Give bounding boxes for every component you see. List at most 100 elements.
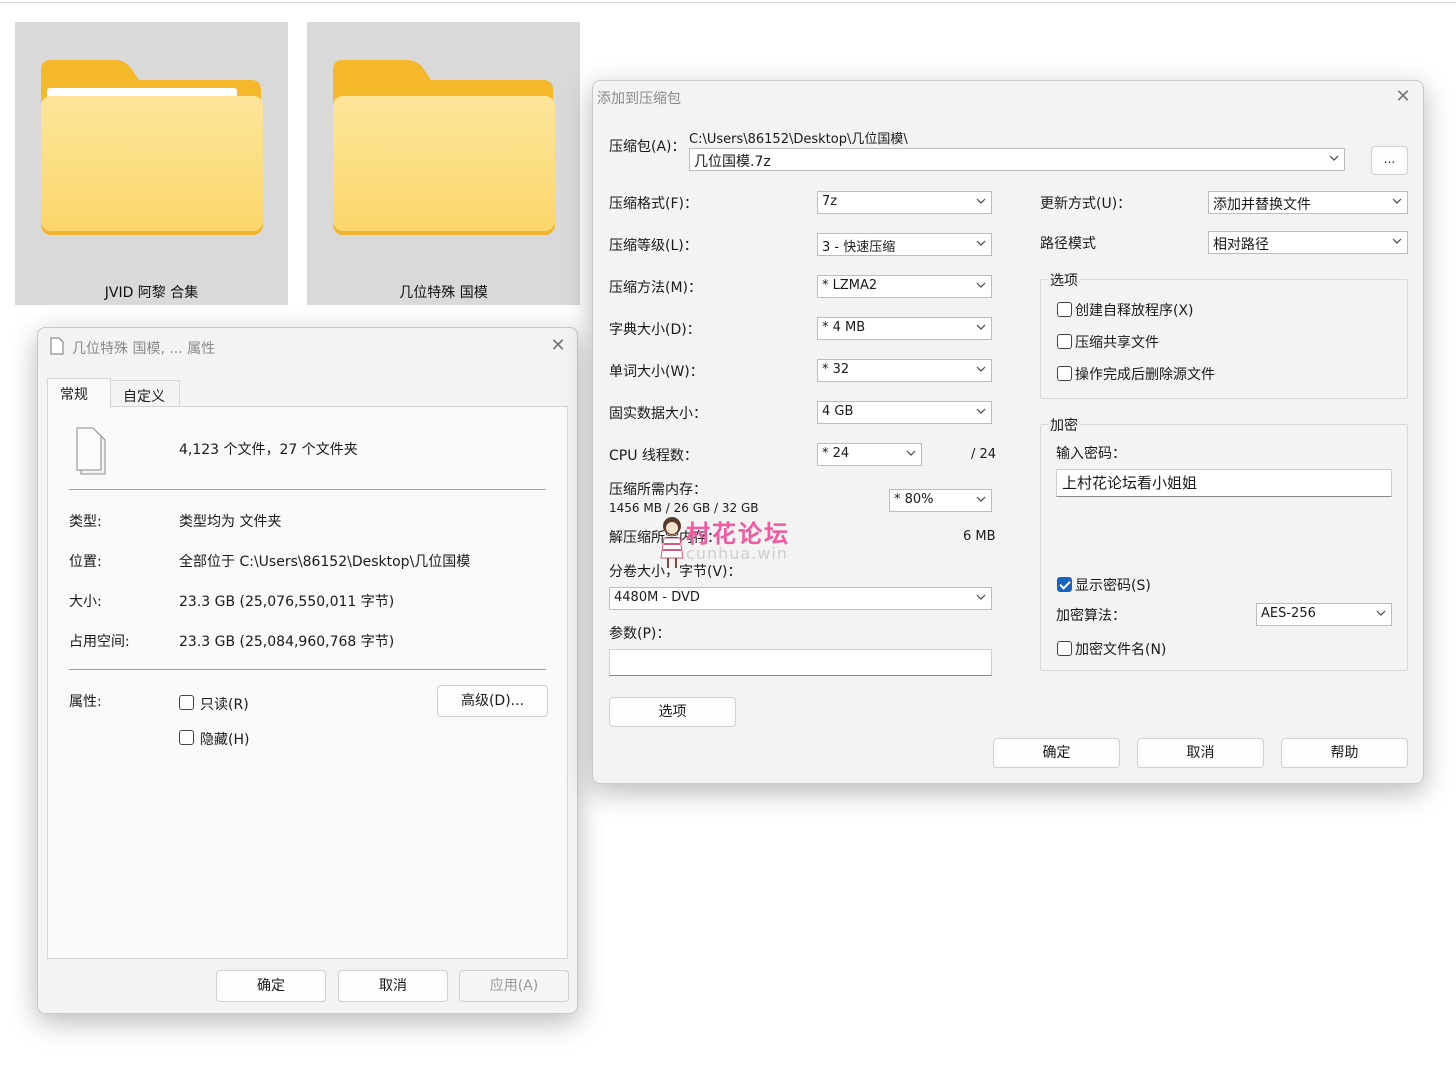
solid-label: 固实数据大小： bbox=[609, 406, 707, 422]
chevron-down-icon bbox=[976, 366, 986, 372]
chevron-down-icon bbox=[976, 240, 986, 246]
divider bbox=[69, 489, 546, 490]
chevron-down-icon bbox=[976, 594, 986, 600]
archive-label: 压缩包(A)： bbox=[609, 139, 686, 155]
cancel-button[interactable]: 取消 bbox=[1137, 738, 1264, 768]
hidden-label: 隐藏(H) bbox=[200, 732, 250, 748]
document-icon bbox=[50, 337, 64, 355]
delete-source-label: 操作完成后删除源文件 bbox=[1075, 367, 1215, 383]
cpu-max: / 24 bbox=[971, 447, 997, 462]
dialog-title: 添加到压缩包 bbox=[597, 91, 681, 107]
encryption-group-title: 加密 bbox=[1048, 415, 1080, 435]
archive-path: C:\Users\86152\Desktop\几位国模\ bbox=[689, 132, 908, 147]
params-input[interactable] bbox=[609, 649, 992, 676]
solid-value: 4 GB bbox=[822, 404, 854, 419]
dict-select[interactable]: * 4 MB bbox=[817, 317, 992, 340]
dict-value: * 4 MB bbox=[822, 320, 866, 335]
watermark-girl-icon bbox=[660, 517, 684, 568]
path-mode-value: 相对路径 bbox=[1213, 237, 1269, 253]
delete-source-checkbox[interactable] bbox=[1057, 366, 1072, 381]
dialog-title: 几位特殊 国模, ... 属性 bbox=[72, 341, 216, 357]
cpu-value: * 24 bbox=[822, 446, 850, 461]
cpu-select[interactable]: * 24 bbox=[817, 443, 922, 466]
divider bbox=[69, 669, 546, 670]
password-label: 输入密码： bbox=[1056, 446, 1126, 462]
advanced-button[interactable]: 高级(D)... bbox=[437, 685, 548, 717]
enc-method-select[interactable]: AES-256 bbox=[1256, 603, 1392, 626]
chevron-down-icon bbox=[1392, 198, 1402, 204]
chevron-down-icon bbox=[976, 496, 986, 502]
password-input[interactable]: 上村花论坛看小姐姐 bbox=[1056, 469, 1392, 497]
browse-button[interactable]: ... bbox=[1371, 146, 1408, 175]
method-select[interactable]: * LZMA2 bbox=[817, 275, 992, 298]
level-select[interactable]: 3 - 快速压缩 bbox=[817, 233, 992, 256]
location-label: 位置: bbox=[69, 554, 102, 570]
add-to-archive-dialog: 添加到压缩包 ✕ 压缩包(A)： C:\Users\86152\Desktop\… bbox=[592, 80, 1424, 784]
method-label: 压缩方法(M)： bbox=[609, 280, 703, 296]
format-label: 压缩格式(F)： bbox=[609, 196, 698, 212]
sfx-label: 创建自释放程序(X) bbox=[1075, 303, 1194, 319]
update-select[interactable]: 添加并替换文件 bbox=[1208, 191, 1408, 214]
hidden-checkbox[interactable] bbox=[179, 730, 194, 745]
word-value: * 32 bbox=[822, 362, 850, 377]
folder-icon bbox=[333, 60, 555, 235]
file-summary: 4,123 个文件，27 个文件夹 bbox=[179, 442, 358, 458]
shared-checkbox[interactable] bbox=[1057, 334, 1072, 349]
mem-value: * 80% bbox=[894, 492, 934, 507]
close-icon[interactable]: ✕ bbox=[550, 337, 566, 355]
path-mode-label: 路径模式 bbox=[1040, 236, 1096, 252]
help-button[interactable]: 帮助 bbox=[1281, 738, 1408, 768]
disk-size-label: 占用空间: bbox=[69, 634, 130, 650]
cancel-button[interactable]: 取消 bbox=[338, 970, 448, 1002]
update-label: 更新方式(U)： bbox=[1040, 196, 1132, 212]
type-label: 类型: bbox=[69, 514, 102, 530]
shared-label: 压缩共享文件 bbox=[1075, 335, 1159, 351]
method-value: * LZMA2 bbox=[822, 278, 878, 293]
encrypt-names-checkbox[interactable] bbox=[1057, 641, 1072, 656]
watermark: 村花论坛 cunhua.win bbox=[652, 512, 822, 572]
mem-label: 压缩所需内存： bbox=[609, 482, 707, 498]
options-button[interactable]: 选项 bbox=[609, 697, 736, 727]
watermark-subtext: cunhua.win bbox=[686, 544, 788, 563]
folder-label: 几位特殊 国模 bbox=[399, 285, 488, 301]
folder-tile-jvid[interactable]: JVID 阿黎 合集 bbox=[15, 22, 288, 305]
mem-select[interactable]: * 80% bbox=[889, 489, 992, 512]
readonly-checkbox[interactable] bbox=[179, 695, 194, 710]
volume-combo[interactable]: 4480M - DVD bbox=[609, 587, 992, 610]
apply-button[interactable]: 应用(A) bbox=[459, 970, 569, 1002]
ok-button[interactable]: 确定 bbox=[216, 970, 326, 1002]
volume-value: 4480M - DVD bbox=[614, 590, 700, 605]
properties-dialog: 几位特殊 国模, ... 属性 ✕ 常规 自定义 4,123 个文件，27 个文… bbox=[37, 327, 578, 1014]
readonly-label: 只读(R) bbox=[200, 697, 249, 713]
enc-method-value: AES-256 bbox=[1261, 606, 1316, 621]
chevron-down-icon bbox=[1329, 155, 1339, 161]
folder-tile-guomo[interactable]: 几位特殊 国模 bbox=[307, 22, 580, 305]
level-value: 3 - 快速压缩 bbox=[822, 240, 896, 255]
chevron-down-icon bbox=[976, 198, 986, 204]
cpu-label: CPU 线程数： bbox=[609, 448, 698, 464]
top-divider bbox=[0, 2, 1456, 3]
path-mode-select[interactable]: 相对路径 bbox=[1208, 231, 1408, 254]
format-select[interactable]: 7z bbox=[817, 191, 992, 214]
tab-custom[interactable]: 自定义 bbox=[110, 380, 180, 407]
word-select[interactable]: * 32 bbox=[817, 359, 992, 382]
encrypt-names-label: 加密文件名(N) bbox=[1075, 642, 1167, 658]
options-group-title: 选项 bbox=[1048, 270, 1080, 290]
ok-button[interactable]: 确定 bbox=[993, 738, 1120, 768]
size-label: 大小: bbox=[69, 594, 102, 610]
location-value: 全部位于 C:\Users\86152\Desktop\几位国模 bbox=[179, 554, 471, 570]
folder-icon bbox=[41, 60, 263, 235]
level-label: 压缩等级(L)： bbox=[609, 238, 698, 254]
format-value: 7z bbox=[822, 194, 838, 209]
archive-name-combo[interactable]: 几位国模.7z bbox=[689, 148, 1345, 171]
folder-label: JVID 阿黎 合集 bbox=[104, 285, 199, 301]
show-password-checkbox[interactable] bbox=[1057, 577, 1072, 592]
chevron-down-icon bbox=[906, 450, 916, 456]
solid-select[interactable]: 4 GB bbox=[817, 401, 992, 424]
sfx-checkbox[interactable] bbox=[1057, 302, 1072, 317]
attributes-label: 属性: bbox=[69, 694, 102, 710]
tab-general[interactable]: 常规 bbox=[47, 378, 111, 408]
word-label: 单词大小(W)： bbox=[609, 364, 704, 380]
tab-panel: 4,123 个文件，27 个文件夹 类型: 类型均为 文件夹 位置: 全部位于 … bbox=[47, 406, 568, 959]
close-icon[interactable]: ✕ bbox=[1395, 88, 1411, 106]
